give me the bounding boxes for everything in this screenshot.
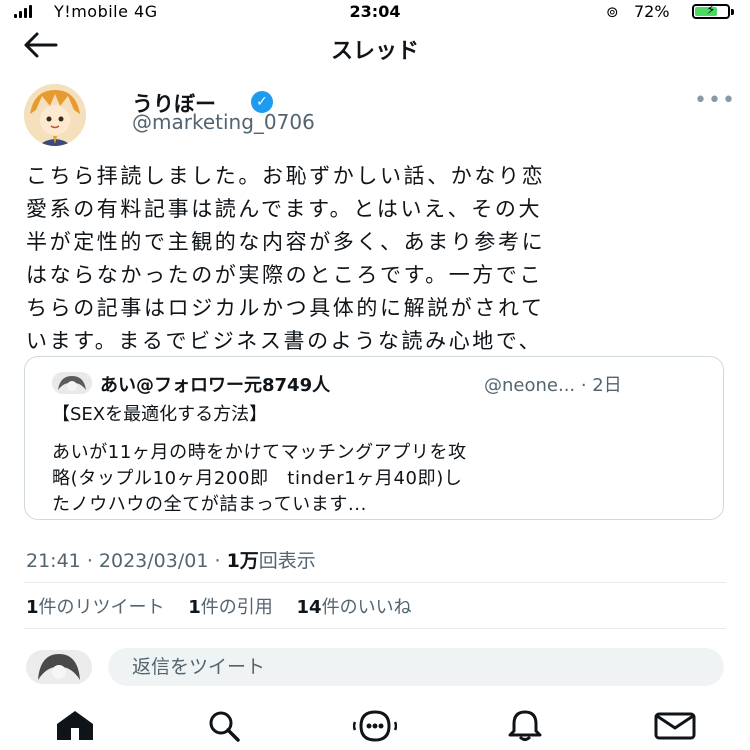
views-count: 1万 [226,550,259,572]
retweets-count: 1 [26,597,39,618]
engagement-stats: 1件のリツイート 1件の引用 14件のいいね [26,593,430,619]
tweet-text: こちら拝読しました。お恥ずかしい話、かなり恋 愛系の有料記事は読んでます。とはい… [26,164,546,353]
likes-count: 14 [296,597,322,618]
battery-tip [731,9,734,15]
bottom-nav [0,700,750,750]
views-label: 回表示 [258,550,316,572]
likes-stat[interactable]: 14件のいいね [297,597,412,618]
quote-author-handle: @neone... · 2日 [484,375,622,396]
tweet-timestamp: 21:41 · 2023/03/01 · 1万回表示 [26,546,316,573]
quote-author-name: あい@フォロワー元8749人 [100,375,331,396]
status-bar: Y!mobile 4G 23:04 ⊚ 72% ⚡ [0,0,750,24]
battery-icon: ⚡ [692,3,730,19]
quote-author-avatar [52,372,92,394]
meta-separator: · [86,550,99,572]
quotes-stat[interactable]: 1件の引用 [188,597,273,618]
home-icon[interactable] [53,708,97,742]
tweet-date: 2023/03/01 [98,550,209,572]
tweet-time: 21:41 [26,550,81,572]
battery-percent: 72% [634,2,670,21]
author-avatar[interactable] [24,84,86,146]
charging-bolt-icon: ⚡ [706,3,716,18]
likes-label: 件のいいね [321,597,412,618]
spaces-icon[interactable] [352,708,398,742]
quotes-label: 件の引用 [200,597,273,618]
notifications-icon[interactable] [503,708,547,742]
meta-separator: · [214,550,227,572]
author-handle[interactable]: @marketing_0706 [132,110,315,134]
page-title: スレッド [330,39,419,64]
reply-input[interactable]: 返信をツイート [108,648,724,686]
divider [24,582,726,583]
my-avatar [26,650,92,684]
divider [24,628,726,629]
quote-text: あいが11ヶ月の時をかけてマッチングアプリを攻 略(タップル10ヶ月200即 t… [52,442,467,515]
messages-icon[interactable] [653,708,697,742]
quotes-count: 1 [188,597,201,618]
retweets-label: 件のリツイート [38,597,165,618]
orientation-lock-icon: ⊚ [606,3,619,21]
retweets-stat[interactable]: 1件のリツイート [26,597,165,618]
search-icon[interactable] [202,708,246,742]
more-options-icon[interactable]: ••• [694,88,736,113]
quote-title: 【SEXを最適化する方法】 [52,404,268,425]
